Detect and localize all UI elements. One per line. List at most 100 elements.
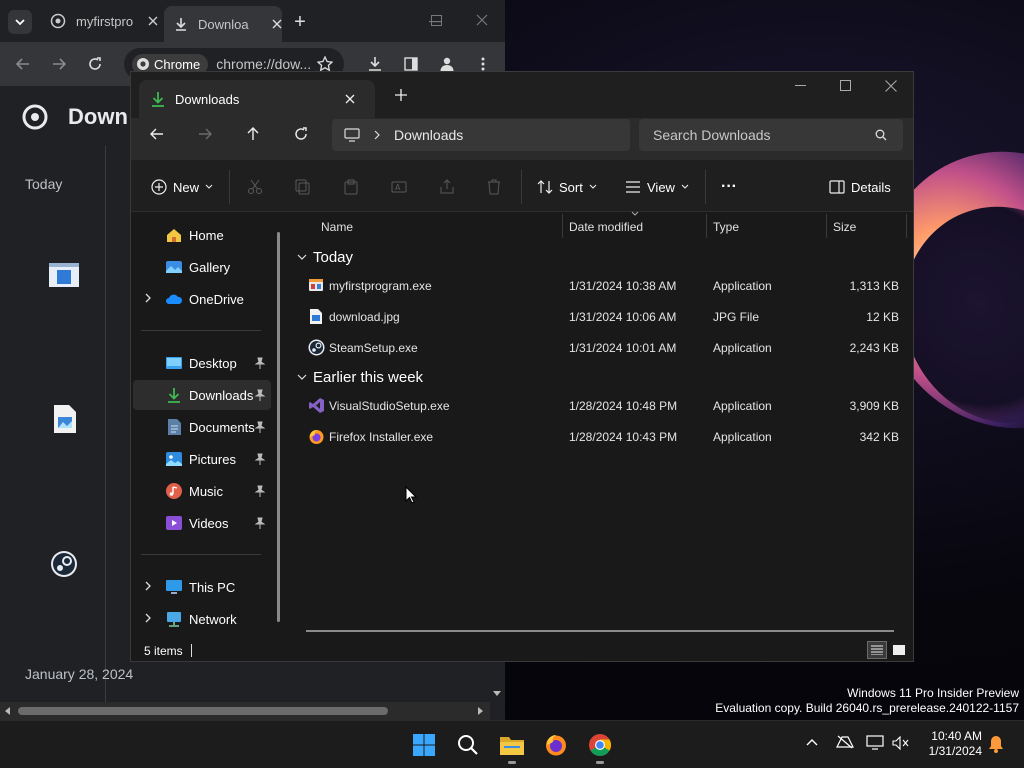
volume-muted-icon[interactable] (892, 736, 910, 750)
file-row[interactable]: VisualStudioSetup.exe 1/28/2024 10:48 PM… (303, 391, 903, 421)
view-button[interactable]: View (625, 174, 689, 200)
nav-item-pictures[interactable]: Pictures (133, 444, 271, 474)
nav-scrollbar[interactable] (277, 232, 280, 622)
close-icon[interactable] (272, 19, 282, 29)
column-header-size[interactable]: Size (833, 220, 856, 234)
forward-arrow-icon[interactable] (50, 55, 68, 73)
sort-button[interactable]: Sort (537, 174, 597, 200)
minimize-icon[interactable] (795, 85, 807, 87)
breadcrumb[interactable]: Downloads (332, 119, 630, 151)
chevron-right-icon[interactable] (145, 613, 151, 623)
network-disconnected-icon[interactable] (836, 735, 854, 749)
breadcrumb-item-downloads[interactable]: Downloads (394, 127, 463, 143)
new-tab-button[interactable]: + (290, 11, 310, 33)
file-row[interactable]: myfirstprogram.exe 1/31/2024 10:38 AM Ap… (303, 271, 903, 301)
nav-item-onedrive[interactable]: OneDrive (133, 284, 271, 314)
forward-arrow-icon[interactable] (198, 127, 212, 141)
nav-item-downloads[interactable]: Downloads (133, 380, 271, 410)
delete-icon[interactable] (487, 174, 501, 200)
nav-item-desktop[interactable]: Desktop (133, 348, 271, 378)
firefox-icon (308, 428, 325, 445)
refresh-icon[interactable] (294, 127, 308, 141)
scrollbar-thumb[interactable] (18, 707, 388, 715)
maximize-icon[interactable] (428, 12, 444, 28)
pin-icon[interactable] (255, 389, 265, 401)
column-divider[interactable] (826, 214, 827, 238)
large-icons-view-icon[interactable] (890, 641, 908, 659)
pin-icon[interactable] (255, 421, 265, 433)
new-tab-plus-icon[interactable] (393, 87, 409, 103)
pin-icon[interactable] (255, 453, 265, 465)
column-divider[interactable] (706, 214, 707, 238)
chevron-down-icon (297, 374, 307, 381)
horizontal-scrollbar[interactable] (0, 702, 490, 720)
system-clock[interactable]: 10:40 AM 1/31/2024 (916, 729, 982, 759)
pin-icon[interactable] (255, 357, 265, 369)
close-window-icon[interactable] (885, 80, 897, 92)
details-button[interactable]: Details (829, 174, 891, 200)
chevron-right-icon[interactable] (145, 293, 151, 303)
taskbar-chrome[interactable] (583, 728, 617, 764)
scroll-down-arrow-icon[interactable] (490, 686, 504, 702)
steam-icon[interactable] (50, 550, 78, 578)
scroll-left-arrow-icon[interactable] (4, 707, 12, 715)
copy-icon[interactable] (295, 174, 311, 200)
nav-item-videos[interactable]: Videos (133, 508, 271, 538)
file-size: 1,313 KB (849, 279, 899, 293)
downloads-icon[interactable] (366, 54, 384, 72)
column-divider[interactable] (906, 214, 907, 238)
image-file-icon[interactable] (53, 404, 77, 434)
group-header-today[interactable]: Today (297, 249, 353, 266)
display-icon[interactable] (866, 735, 884, 751)
notification-bell-icon[interactable] (988, 735, 1004, 753)
file-row[interactable]: download.jpg 1/31/2024 10:06 AM JPG File… (303, 302, 903, 332)
reload-icon[interactable] (86, 55, 104, 73)
tab-search-button[interactable] (8, 10, 32, 34)
group-header-earlier-this-week[interactable]: Earlier this week (297, 369, 423, 386)
column-divider[interactable] (562, 214, 563, 238)
start-button[interactable] (407, 728, 441, 762)
nav-item-this-pc[interactable]: This PC (133, 572, 271, 602)
more-options-button[interactable]: ··· (721, 174, 737, 200)
file-row[interactable]: SteamSetup.exe 1/31/2024 10:01 AM Applic… (303, 333, 903, 363)
nav-item-home[interactable]: Home (133, 220, 271, 250)
close-window-icon[interactable] (474, 12, 490, 28)
column-header-name[interactable]: Name (321, 220, 353, 234)
taskbar-file-explorer[interactable] (495, 728, 529, 764)
scroll-right-arrow-icon[interactable] (476, 707, 484, 715)
chrome-tab-myfirstprogram[interactable]: myfirstpro (40, 4, 158, 38)
chevron-right-icon[interactable] (145, 581, 151, 591)
maximize-icon[interactable] (840, 80, 852, 92)
search-input[interactable]: Search Downloads (639, 119, 903, 151)
file-row[interactable]: Firefox Installer.exe 1/28/2024 10:43 PM… (303, 422, 903, 452)
nav-label: Desktop (189, 355, 237, 371)
nav-item-gallery[interactable]: Gallery (133, 252, 271, 282)
nav-item-documents[interactable]: Documents (133, 412, 271, 442)
cut-icon[interactable] (247, 174, 263, 200)
back-arrow-icon[interactable] (14, 55, 32, 73)
share-icon[interactable] (439, 174, 455, 200)
taskbar-firefox[interactable] (539, 728, 573, 762)
nav-item-music[interactable]: Music (133, 476, 271, 506)
close-icon[interactable] (345, 94, 355, 104)
file-explorer-window[interactable]: Downloads Downloads Search Downloads New… (130, 71, 914, 662)
pin-icon[interactable] (255, 485, 265, 497)
chrome-tab-downloads[interactable]: Downloa (164, 6, 282, 42)
back-arrow-icon[interactable] (150, 127, 164, 141)
rename-icon[interactable]: A (391, 174, 407, 200)
windows-watermark: Windows 11 Pro Insider Preview Evaluatio… (715, 686, 1019, 716)
new-button[interactable]: New (151, 174, 213, 200)
paste-icon[interactable] (343, 174, 359, 200)
pin-icon[interactable] (255, 517, 265, 529)
details-view-icon[interactable] (867, 641, 887, 659)
search-button[interactable] (451, 728, 485, 762)
chevron-up-icon[interactable] (806, 738, 818, 746)
column-header-type[interactable]: Type (713, 220, 739, 234)
exe-file-icon[interactable] (48, 262, 80, 288)
explorer-tab-downloads[interactable]: Downloads (139, 80, 375, 118)
file-list-scrollbar[interactable] (306, 630, 894, 632)
nav-item-network[interactable]: Network (133, 604, 271, 634)
column-header-date[interactable]: Date modified (569, 220, 643, 234)
up-arrow-icon[interactable] (246, 127, 260, 141)
close-icon[interactable] (148, 16, 158, 26)
